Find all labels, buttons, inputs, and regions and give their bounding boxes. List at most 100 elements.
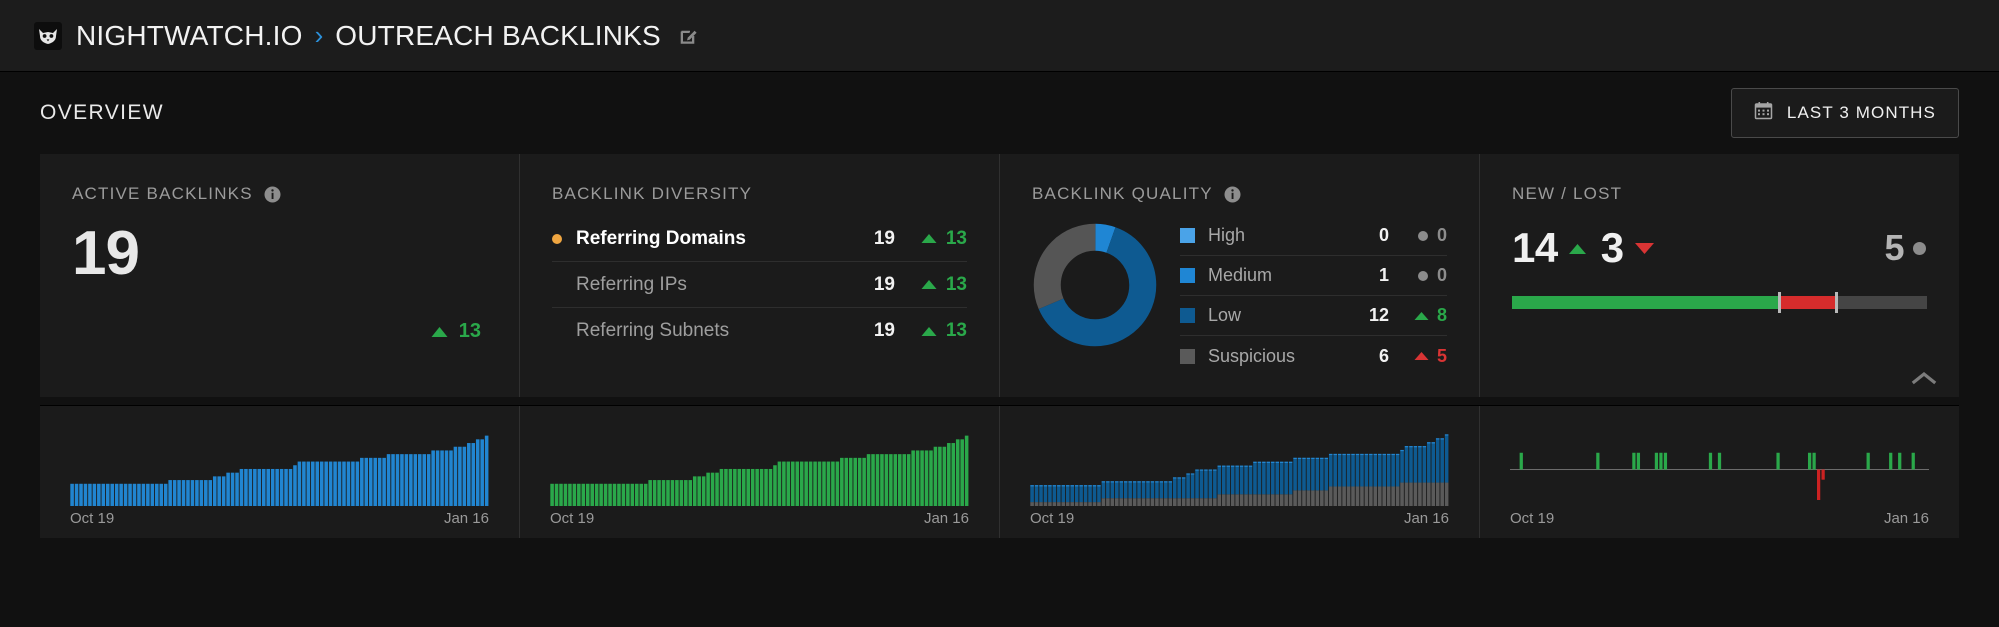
legend-delta-value: 8	[1437, 305, 1447, 326]
series-dot-icon	[552, 326, 562, 336]
circle-flat-icon	[1417, 230, 1429, 242]
list-item[interactable]: Referring Domains 19 13	[552, 216, 967, 262]
lost-value: 3	[1601, 224, 1624, 272]
date-range-picker[interactable]: LAST 3 MONTHS	[1731, 88, 1959, 138]
new-lost-numbers: 14 3 5	[1512, 224, 1927, 272]
circle-flat-icon	[1417, 270, 1429, 282]
edit-pencil-icon[interactable]	[679, 26, 699, 46]
legend-label: High	[1208, 225, 1359, 246]
card-title-text: ACTIVE BACKLINKS	[72, 184, 253, 204]
legend-delta: 0	[1389, 225, 1447, 246]
diversity-value: 19	[849, 320, 895, 342]
footer-strip	[0, 538, 1999, 568]
card-backlink-quality: BACKLINK QUALITY High 0	[1000, 154, 1480, 397]
card-title-text: BACKLINK DIVERSITY	[552, 184, 752, 204]
backlink-quality-sparkline[interactable]	[1030, 430, 1449, 506]
card-title-backlink-quality: BACKLINK QUALITY	[1032, 184, 1447, 204]
axis-label-start: Oct 19	[70, 510, 114, 527]
legend-delta-value: 0	[1437, 265, 1447, 286]
bar-segment-new	[1512, 296, 1778, 309]
triangle-up-icon	[1414, 351, 1429, 361]
card-title-text: BACKLINK QUALITY	[1032, 184, 1213, 204]
axis-label-start: Oct 19	[1030, 510, 1074, 527]
card-backlink-diversity: BACKLINK DIVERSITY Referring Domains 19 …	[520, 154, 1000, 397]
card-title-backlink-diversity: BACKLINK DIVERSITY	[552, 184, 967, 204]
sparkline-card-backlink-diversity: Oct 19 Jan 16	[520, 406, 1000, 538]
new-lost-sparkline[interactable]	[1510, 430, 1929, 506]
legend-delta: 5	[1389, 346, 1447, 367]
card-title-new-lost: NEW / LOST	[1512, 184, 1927, 204]
info-icon[interactable]	[264, 186, 281, 203]
bar-segment-other	[1838, 296, 1927, 309]
active-backlinks-delta-value: 13	[459, 320, 481, 343]
new-value: 14	[1512, 224, 1558, 272]
diversity-label: Referring Domains	[576, 228, 849, 250]
legend-value: 6	[1359, 346, 1389, 367]
owl-glyph	[38, 27, 58, 45]
diversity-delta: 13	[895, 274, 967, 296]
page-title: OVERVIEW	[40, 101, 164, 125]
legend-swatch-suspicious	[1180, 349, 1195, 364]
triangle-up-icon	[431, 326, 448, 338]
triangle-up-icon	[921, 233, 937, 244]
active-backlinks-sparkline[interactable]	[70, 430, 489, 506]
triangle-up-icon	[1568, 242, 1587, 255]
other-value: 5	[1884, 227, 1904, 269]
sparkline-row: Oct 19 Jan 16 Oct 19 Jan 16 Oct 19 Jan 1…	[40, 405, 1959, 538]
breadcrumb-site[interactable]: NIGHTWATCH.IO	[76, 20, 303, 52]
diversity-value: 19	[849, 274, 895, 296]
legend-item[interactable]: Low 12 8	[1180, 296, 1447, 336]
triangle-down-icon	[1634, 241, 1655, 255]
info-icon[interactable]	[1224, 186, 1241, 203]
legend-value: 0	[1359, 225, 1389, 246]
backlink-quality-donut-chart	[1032, 222, 1158, 348]
list-item[interactable]: Referring Subnets 19 13	[552, 308, 967, 354]
chevron-up-icon[interactable]	[1911, 370, 1937, 391]
quality-legend: High 0 0 Medium 1 0	[1180, 216, 1447, 376]
overview-cards: ACTIVE BACKLINKS 19 13 BACKLINK DIVERSIT…	[40, 154, 1959, 397]
diversity-delta-value: 13	[946, 274, 967, 296]
circle-flat-icon	[1912, 241, 1927, 256]
triangle-up-icon	[1414, 311, 1429, 321]
legend-delta-value: 5	[1437, 346, 1447, 367]
diversity-delta-value: 13	[946, 228, 967, 250]
diversity-delta: 13	[895, 228, 967, 250]
axis-label-end: Jan 16	[924, 510, 969, 527]
triangle-up-icon	[921, 326, 937, 337]
legend-value: 12	[1359, 305, 1389, 326]
diversity-label: Referring Subnets	[576, 320, 849, 342]
overview-header-row: OVERVIEW LAST 3 MONTHS	[0, 72, 1999, 154]
card-title-active-backlinks: ACTIVE BACKLINKS	[72, 184, 487, 204]
diversity-delta-value: 13	[946, 320, 967, 342]
legend-value: 1	[1359, 265, 1389, 286]
legend-swatch-medium	[1180, 268, 1195, 283]
diversity-value: 19	[849, 228, 895, 250]
list-item[interactable]: Referring IPs 19 13	[552, 262, 967, 308]
date-range-label: LAST 3 MONTHS	[1787, 103, 1936, 123]
new-lost-stacked-bar	[1512, 296, 1927, 309]
series-dot-icon	[552, 280, 562, 290]
triangle-up-icon	[921, 279, 937, 290]
card-title-text: NEW / LOST	[1512, 184, 1622, 204]
calendar-icon	[1754, 101, 1773, 125]
sparkline-card-active-backlinks: Oct 19 Jan 16	[40, 406, 520, 538]
bar-segment-lost	[1781, 296, 1836, 309]
axis-label-start: Oct 19	[550, 510, 594, 527]
legend-item[interactable]: High 0 0	[1180, 216, 1447, 256]
series-dot-icon	[552, 234, 562, 244]
nightwatch-owl-logo[interactable]	[34, 22, 62, 50]
breadcrumb-page[interactable]: OUTREACH BACKLINKS	[335, 20, 661, 52]
diversity-list: Referring Domains 19 13 Referring IPs 19…	[552, 216, 967, 354]
diversity-delta: 13	[895, 320, 967, 342]
active-backlinks-delta: 13	[431, 320, 481, 343]
axis-label-end: Jan 16	[444, 510, 489, 527]
card-new-lost: NEW / LOST 14 3 5	[1480, 154, 1959, 397]
legend-delta-value: 0	[1437, 225, 1447, 246]
backlink-diversity-sparkline[interactable]	[550, 430, 969, 506]
legend-delta: 8	[1389, 305, 1447, 326]
breadcrumb-separator: ›	[315, 20, 324, 51]
legend-item[interactable]: Medium 1 0	[1180, 256, 1447, 296]
legend-item[interactable]: Suspicious 6 5	[1180, 336, 1447, 376]
axis-label-end: Jan 16	[1404, 510, 1449, 527]
legend-swatch-high	[1180, 228, 1195, 243]
